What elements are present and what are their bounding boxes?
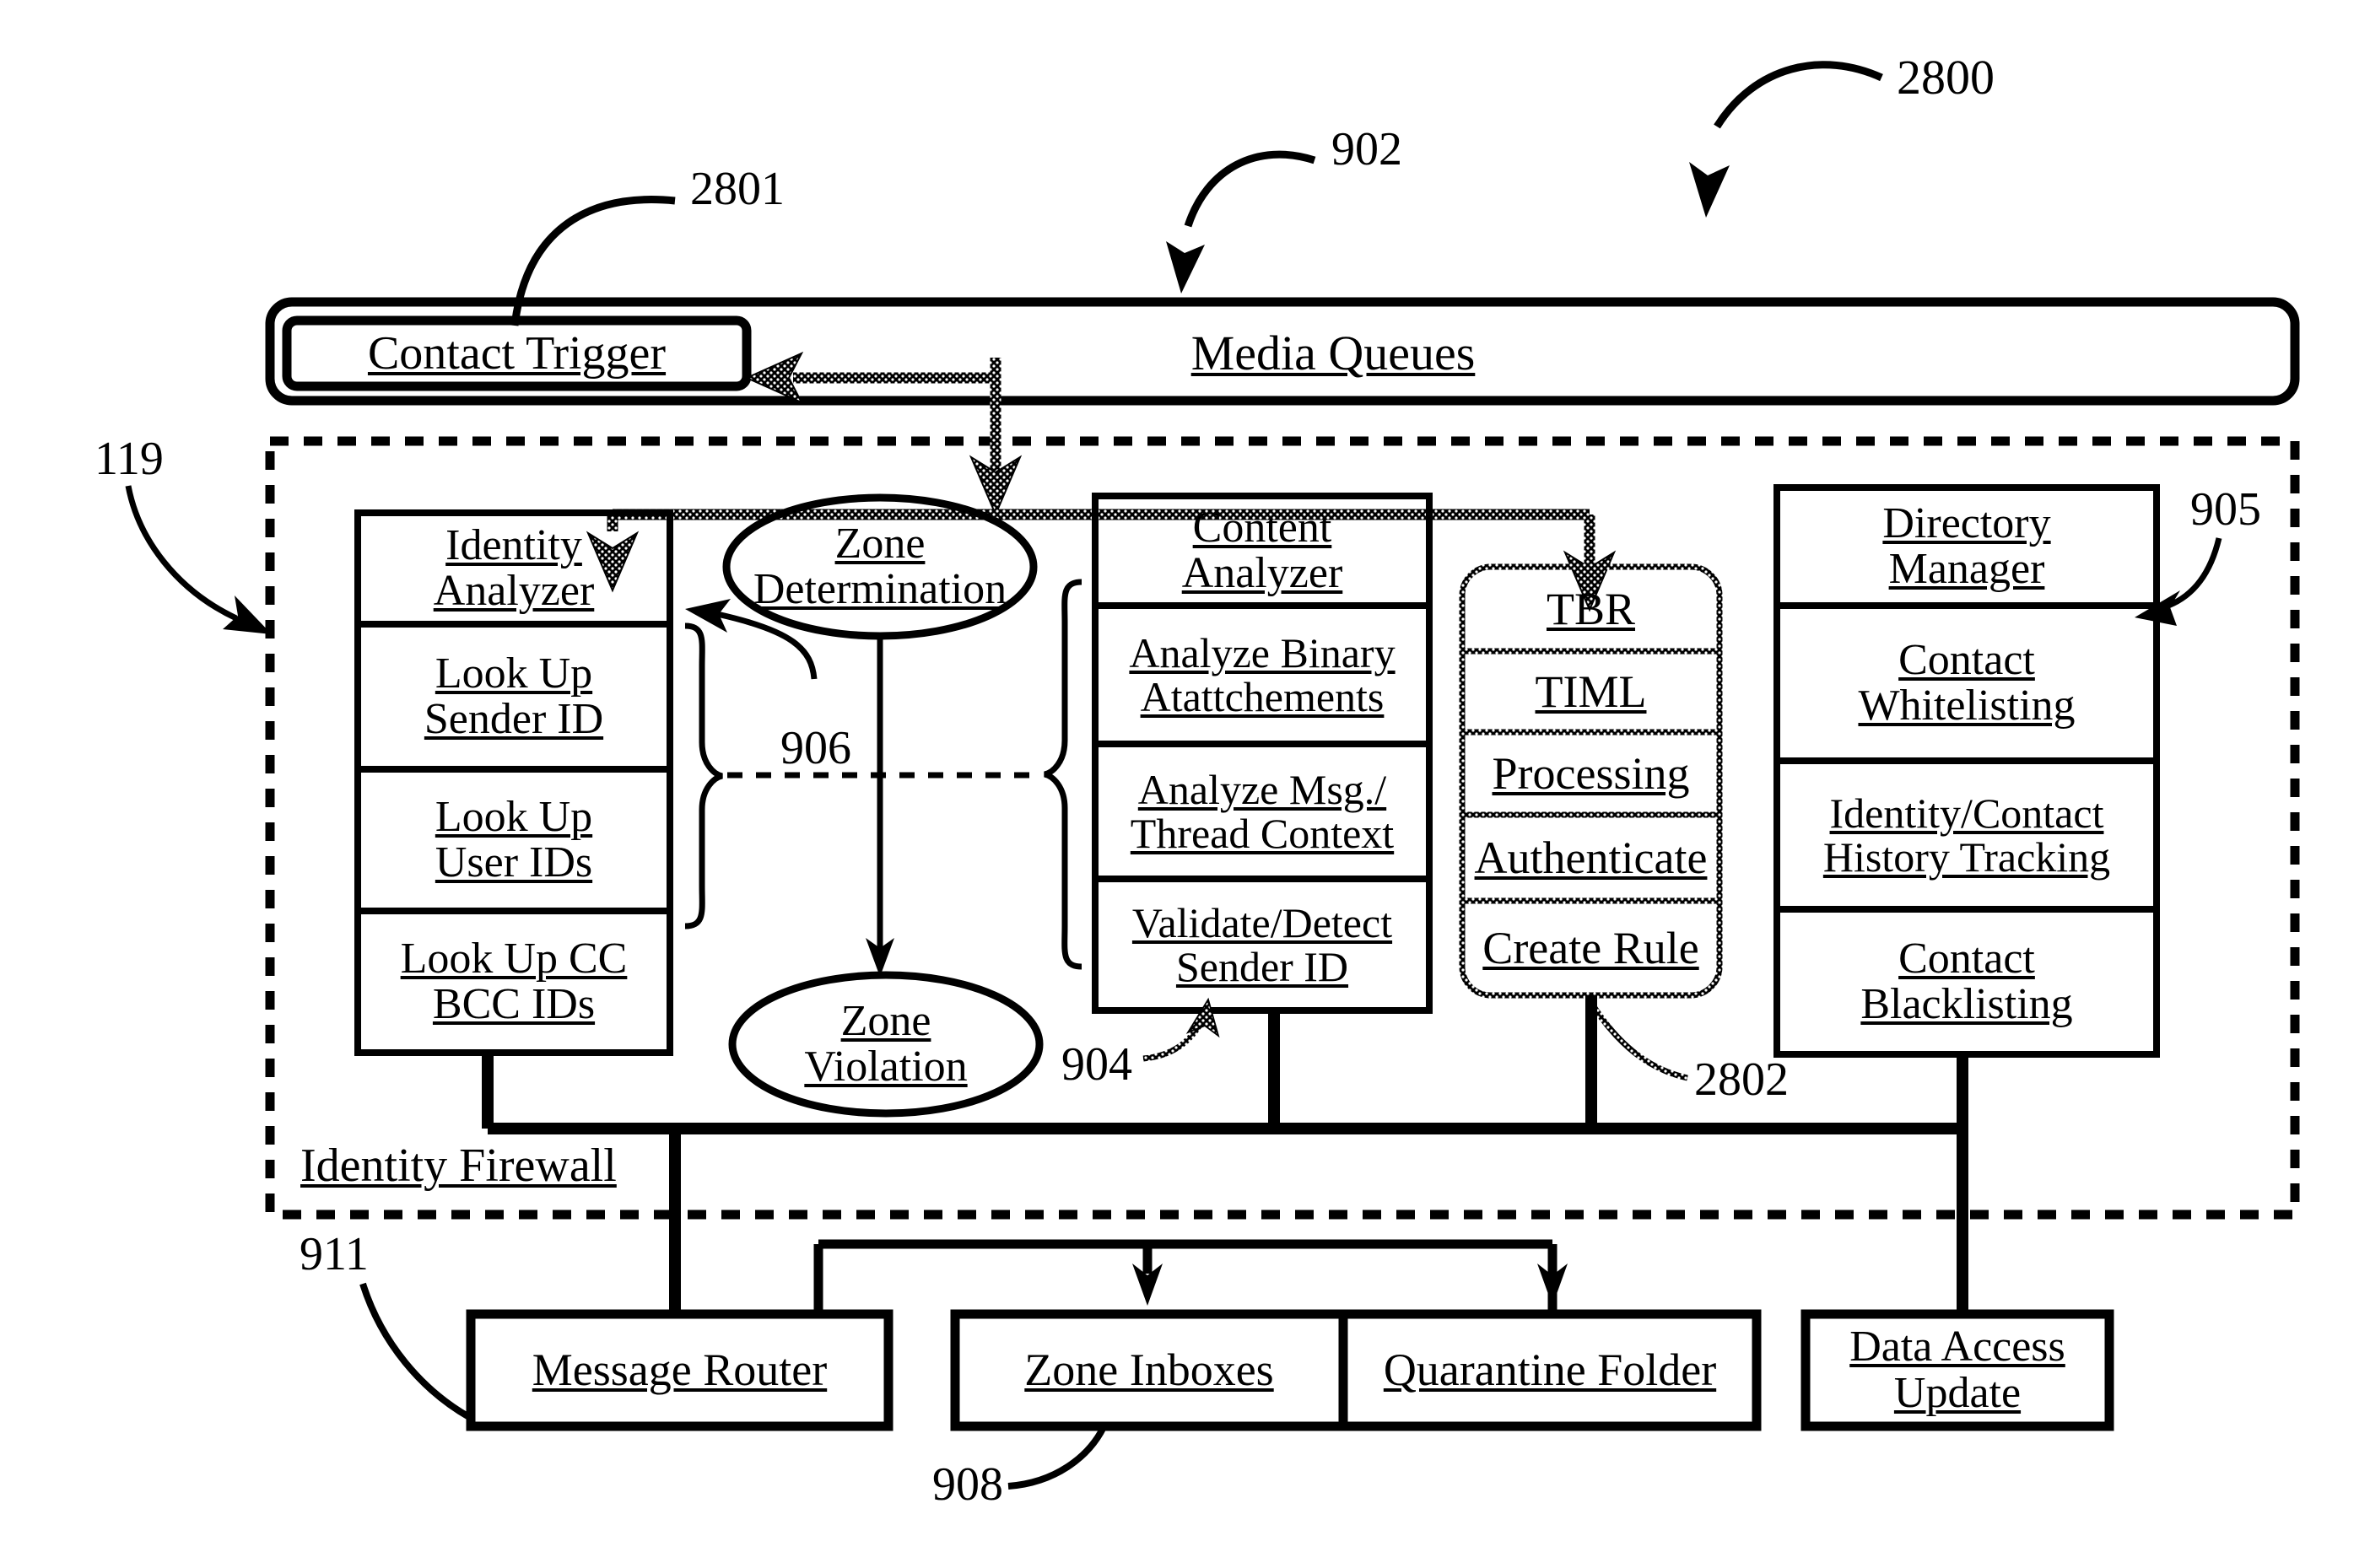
arrow-ref-902 (1166, 241, 1205, 294)
data-access-update-label[interactable]: Data Access Update (1806, 1314, 2109, 1426)
ref-906: 906 (780, 722, 851, 774)
arrow-ref-2800 (1689, 162, 1730, 218)
quarantine-folder-label[interactable]: Quarantine Folder (1343, 1314, 1757, 1426)
identity-firewall-label: Identity Firewall (300, 1140, 617, 1192)
ref-908: 908 (932, 1458, 1003, 1511)
leader-ref-908 (1007, 1425, 1107, 1490)
message-router-label[interactable]: Message Router (471, 1314, 888, 1426)
figure-canvas: 2800 2801 902 119 905 906 904 2802 911 9… (0, 0, 2370, 1568)
ref-911: 911 (300, 1228, 369, 1280)
identity-analyzer-row-2[interactable]: Look Up CC BCC IDs (358, 911, 670, 1053)
tbr-row-0[interactable]: TBR (1462, 567, 1719, 651)
directory-manager-row-0[interactable]: Contact Whitelisting (1777, 606, 2157, 761)
zone-quarantine-splitter (813, 1239, 1558, 1316)
tbr-row-3[interactable]: Authenticate (1462, 815, 1719, 901)
ref-902: 902 (1331, 123, 1402, 175)
directory-manager-row-1[interactable]: Identity/Contact History Tracking (1777, 761, 2157, 909)
identity-analyzer-row-0[interactable]: Look Up Sender ID (358, 624, 670, 769)
contact-trigger-label[interactable]: Contact Trigger (287, 321, 747, 386)
tbr-row-1[interactable]: TIML (1462, 651, 1719, 732)
ref-2801: 2801 (690, 163, 785, 215)
ref-2802: 2802 (1694, 1053, 1789, 1106)
ref-904: 904 (1061, 1038, 1132, 1091)
brace-left-identity (684, 622, 724, 929)
brace-right-content (1043, 579, 1082, 970)
tbr-row-4[interactable]: Create Rule (1462, 901, 1719, 995)
content-analyzer-row-2[interactable]: Validate/Detect Sender ID (1095, 879, 1429, 1010)
media-queues-label: Media Queues (1190, 325, 1476, 380)
ref-2800: 2800 (1897, 50, 1995, 105)
content-analyzer-row-1[interactable]: Analyze Msg./ Thread Context (1095, 744, 1429, 879)
identity-analyzer-row-1[interactable]: Look Up User IDs (358, 769, 670, 911)
ref-905: 905 (2190, 483, 2261, 536)
leader-ref-911 (359, 1282, 471, 1420)
zone-violation-label[interactable]: Zone Violation (732, 982, 1039, 1107)
identity-analyzer-header[interactable]: Identity Analyzer (358, 513, 670, 624)
content-analyzer-header[interactable]: Content Analyzer (1095, 496, 1429, 606)
leader-ref-2801 (510, 196, 676, 326)
directory-manager-header[interactable]: Directory Manager (1777, 488, 2157, 606)
zone-determination-label[interactable]: Zone Determination (726, 504, 1034, 629)
directory-manager-row-2[interactable]: Contact Blacklisting (1777, 909, 2157, 1054)
content-analyzer-row-0[interactable]: Analyze Binary Atattchements (1095, 606, 1429, 744)
output-bus (482, 995, 1968, 1316)
zone-inboxes-label[interactable]: Zone Inboxes (955, 1314, 1343, 1426)
tbr-row-2[interactable]: Processing (1462, 732, 1719, 815)
ref-119: 119 (94, 433, 164, 485)
